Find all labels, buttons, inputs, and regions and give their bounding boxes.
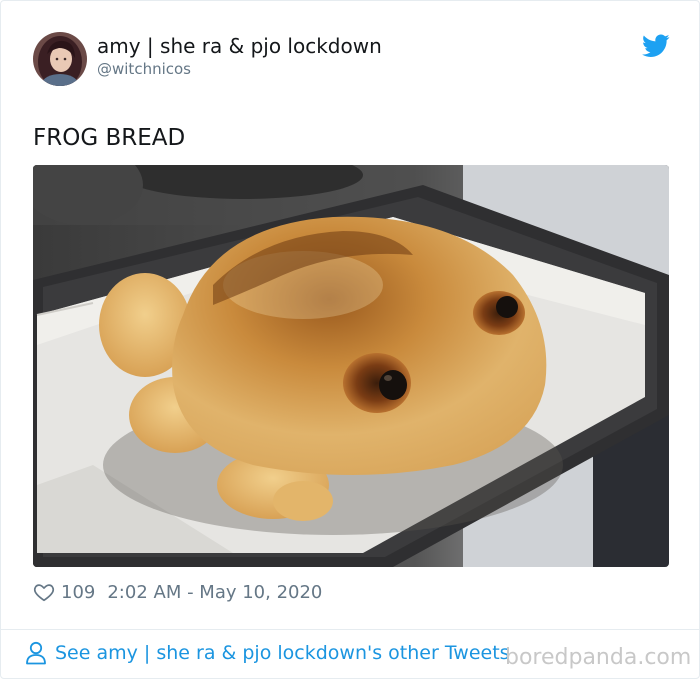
watermark: boredpanda.com xyxy=(505,645,692,670)
twitter-bird-icon[interactable] xyxy=(642,34,670,58)
tweet-embed-card: amy | she ra & pjo lockdown @witchnicos … xyxy=(0,0,700,679)
tweet-meta: 109 2:02 AM - May 10, 2020 xyxy=(33,579,322,605)
tweet-text: FROG BREAD xyxy=(33,125,186,151)
see-other-tweets-link[interactable]: See amy | she ra & pjo lockdown's other … xyxy=(25,641,510,665)
tweet-timestamp[interactable]: 2:02 AM - May 10, 2020 xyxy=(107,582,322,603)
like-count[interactable]: 109 xyxy=(61,582,95,603)
avatar[interactable] xyxy=(33,32,87,86)
display-name[interactable]: amy | she ra & pjo lockdown xyxy=(97,33,382,59)
person-icon xyxy=(25,641,47,665)
heart-icon[interactable] xyxy=(33,581,55,603)
see-other-tweets-label: See amy | she ra & pjo lockdown's other … xyxy=(55,642,510,664)
tweet-photo[interactable] xyxy=(33,165,669,567)
user-handle[interactable]: @witchnicos xyxy=(97,60,191,78)
divider xyxy=(1,629,700,630)
